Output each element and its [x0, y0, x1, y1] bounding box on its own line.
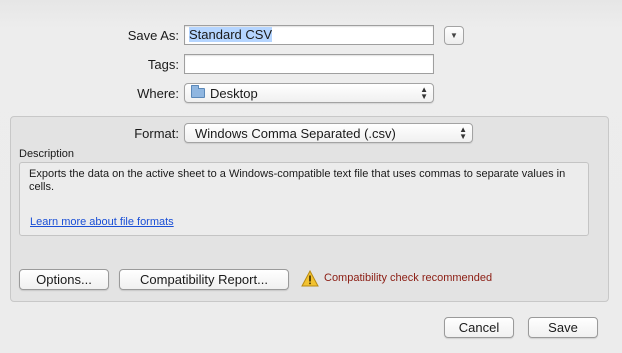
- compatibility-report-button[interactable]: Compatibility Report...: [119, 269, 289, 290]
- where-label: Where:: [137, 85, 179, 101]
- save-as-label: Save As:: [127, 27, 179, 43]
- options-button[interactable]: Options...: [19, 269, 109, 290]
- tags-label: Tags:: [147, 56, 179, 72]
- updown-arrows-icon: ▲ ▼: [420, 85, 428, 101]
- expand-dialog-button[interactable]: ▼: [444, 25, 464, 45]
- save-dialog: Save As: Standard CSV ▼ Tags: Where: Des…: [0, 0, 622, 353]
- description-box: Exports the data on the active sheet to …: [19, 162, 589, 236]
- format-value: Windows Comma Separated (.csv): [195, 125, 396, 141]
- save-as-row: Save As: Standard CSV ▼: [0, 25, 464, 45]
- format-popup[interactable]: Windows Comma Separated (.csv) ▲ ▼: [184, 123, 473, 143]
- updown-arrows-icon: ▲ ▼: [459, 125, 467, 141]
- tags-input[interactable]: [184, 54, 434, 74]
- cancel-button[interactable]: Cancel: [444, 317, 514, 338]
- learn-more-link[interactable]: Learn more about file formats: [30, 216, 174, 229]
- save-button[interactable]: Save: [528, 317, 598, 338]
- where-popup[interactable]: Desktop ▲ ▼: [184, 83, 434, 103]
- save-as-value: Standard CSV: [189, 27, 273, 42]
- where-row: Where: Desktop ▲ ▼: [0, 83, 434, 103]
- format-row: Format: Windows Comma Separated (.csv) ▲…: [0, 123, 473, 143]
- chevron-down-icon: ▼: [450, 30, 458, 40]
- format-label: Format:: [134, 125, 179, 141]
- folder-icon: [191, 85, 205, 98]
- compatibility-warning-text: Compatibility check recommended: [324, 272, 493, 284]
- description-title: Description: [19, 148, 75, 160]
- tags-row: Tags:: [0, 54, 434, 74]
- description-text: Exports the data on the active sheet to …: [29, 168, 566, 193]
- save-as-input[interactable]: Standard CSV: [184, 25, 434, 45]
- where-value: Desktop: [210, 85, 258, 101]
- warning-icon: [301, 270, 319, 287]
